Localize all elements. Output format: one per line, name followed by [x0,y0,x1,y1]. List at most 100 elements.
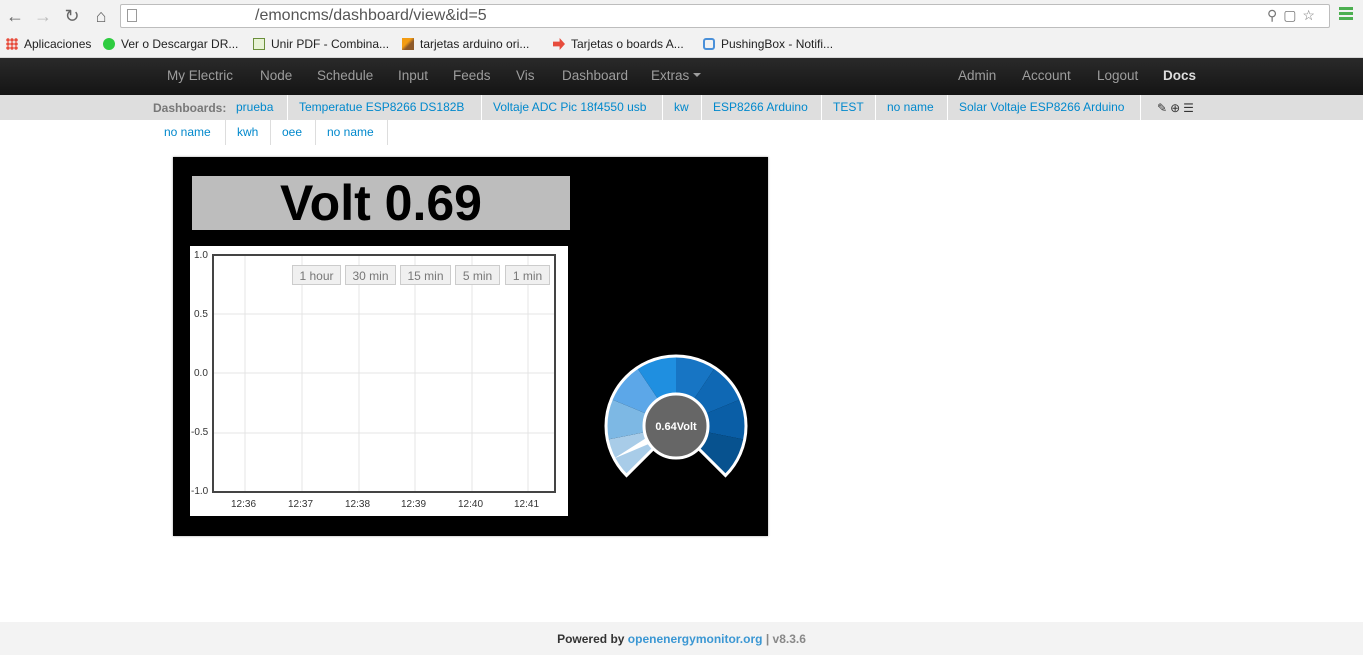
nav-dashboard[interactable]: Dashboard [562,68,628,83]
value-text: Volt 0.69 [280,175,482,231]
y-tick: 0.0 [194,368,208,379]
version-text: | v8.3.6 [765,632,806,646]
openenergymonitor-link[interactable]: openenergymonitor.org [628,632,763,646]
y-tick: 0.5 [194,309,208,320]
bookmark-item[interactable]: tarjetas arduino ori... [402,37,529,51]
reload-icon[interactable]: ↻ [61,5,83,27]
dashboard-list-row2: no name kwh oee no name [0,120,400,145]
dial-gauge: 0.64Volt [604,354,748,478]
x-tick: 12:41 [514,499,540,510]
graph-widget: 1.0 0.5 0.0 -0.5 -1.0 12:36 12:37 12:38 … [190,246,568,516]
main-navbar: My Electric Node Schedule Input Feeds Vi… [0,58,1363,95]
bookmark-label: Aplicaciones [24,37,92,51]
add-icon[interactable]: ⊕ [1170,101,1183,115]
dashboards-label: Dashboards: [153,101,227,115]
divider [701,95,702,120]
divider [315,120,316,145]
arrow-icon [553,38,565,50]
nav-node[interactable]: Node [260,68,292,83]
caret-down-icon [693,73,702,77]
dashboard-link[interactable]: oee [282,125,302,139]
divider [287,95,288,120]
dashboard-link[interactable]: TEST [833,100,864,114]
dial-gauge-widget: 0.64Volt [603,352,753,482]
dashboard-canvas: Volt 0.69 1.0 0.5 0.0 -0.5 -1.0 12:36 12… [173,157,768,536]
bookmark-label: Ver o Descargar DR... [121,37,239,51]
arduino-icon [402,38,414,50]
bookmark-item[interactable]: Tarjetas o boards A... [553,37,684,51]
dashboard-link[interactable]: no name [327,125,374,139]
bookmark-label: Tarjetas o boards A... [571,37,684,51]
bookmark-item[interactable]: Ver o Descargar DR... [103,37,238,51]
x-tick: 12:38 [345,499,371,510]
forward-icon[interactable]: → [32,5,54,27]
page-icon [127,9,137,22]
dashboard-link[interactable]: Solar Voltaje ESP8266 Arduino [959,100,1124,114]
footer: Powered by openenergymonitor.org | v8.3.… [0,622,1363,655]
x-tick: 12:36 [231,499,257,510]
bookmark-item[interactable]: Unir PDF - Combina... [253,37,389,51]
nav-docs[interactable]: Docs [1163,68,1196,83]
address-bar[interactable]: /emoncms/dashboard/view&id=5 ⚲▢☆ [120,4,1330,28]
browser-toolbar: ← → ↻ ⌂ /emoncms/dashboard/view&id=5 ⚲▢☆ [0,0,1363,33]
range-1-min-button[interactable]: 1 min [505,265,550,285]
nav-admin[interactable]: Admin [958,68,996,83]
nav-logout[interactable]: Logout [1097,68,1138,83]
menu-icon[interactable] [1339,7,1353,22]
divider [662,95,663,120]
nav-extras[interactable]: Extras [651,68,702,83]
list-icon[interactable]: ☰ [1183,101,1197,115]
nav-account[interactable]: Account [1022,68,1071,83]
range-15-min-button[interactable]: 15 min [400,265,451,285]
range-1-hour-button[interactable]: 1 hour [292,265,341,285]
dashboard-link[interactable]: no name [164,125,211,139]
nav-input[interactable]: Input [398,68,428,83]
dashboard-link[interactable]: Voltaje ADC Pic 18f4550 usb [493,100,646,114]
x-tick: 12:37 [288,499,314,510]
dashboard-link[interactable]: no name [887,100,934,114]
nav-extras-label: Extras [651,68,690,83]
powered-by-text: Powered by [557,632,625,646]
dashboard-tools: ✎⊕☰ [1157,101,1197,115]
range-5-min-button[interactable]: 5 min [455,265,500,285]
divider [947,95,948,120]
nav-feeds[interactable]: Feeds [453,68,491,83]
value-widget: Volt 0.69 [192,176,570,230]
address-url: /emoncms/dashboard/view&id=5 [255,7,487,24]
dashboard-list: Dashboards: prueba Temperatue ESP8266 DS… [0,95,1363,120]
nav-my-electric[interactable]: My Electric [167,68,233,83]
range-30-min-button[interactable]: 30 min [345,265,396,285]
dashboard-link[interactable]: prueba [236,100,273,114]
apps-grid-icon [6,38,18,50]
y-tick: 1.0 [194,250,208,261]
bookmark-label: tarjetas arduino ori... [420,37,530,51]
star-icon[interactable]: ⚲▢☆ [1267,7,1321,24]
divider [875,95,876,120]
bookmark-label: PushingBox - Notifi... [721,37,834,51]
x-tick: 12:39 [401,499,427,510]
dashboard-link[interactable]: kw [674,100,689,114]
graph-plot [212,254,556,493]
divider [270,120,271,145]
pushingbox-icon [703,38,715,50]
edit-icon[interactable]: ✎ [1157,101,1170,115]
dashboard-link[interactable]: Temperatue ESP8266 DS182B [299,100,464,114]
x-tick: 12:40 [458,499,484,510]
dashboard-link[interactable]: ESP8266 Arduino [713,100,808,114]
bookmark-apps[interactable]: Aplicaciones [6,37,91,51]
gauge-value-text: 0.64Volt [655,421,697,433]
bookmark-item[interactable]: PushingBox - Notifi... [703,37,833,51]
nav-schedule[interactable]: Schedule [317,68,373,83]
divider [225,120,226,145]
divider [821,95,822,120]
bookmarks-bar: Aplicaciones Ver o Descargar DR... Unir … [0,33,1363,58]
y-tick: -1.0 [191,486,209,497]
divider [1140,95,1141,120]
pdf-icon [253,38,265,50]
divider [481,95,482,120]
back-icon[interactable]: ← [4,5,26,27]
dashboard-link[interactable]: kwh [237,125,258,139]
divider [387,120,388,145]
home-icon[interactable]: ⌂ [90,5,112,27]
nav-vis[interactable]: Vis [516,68,535,83]
